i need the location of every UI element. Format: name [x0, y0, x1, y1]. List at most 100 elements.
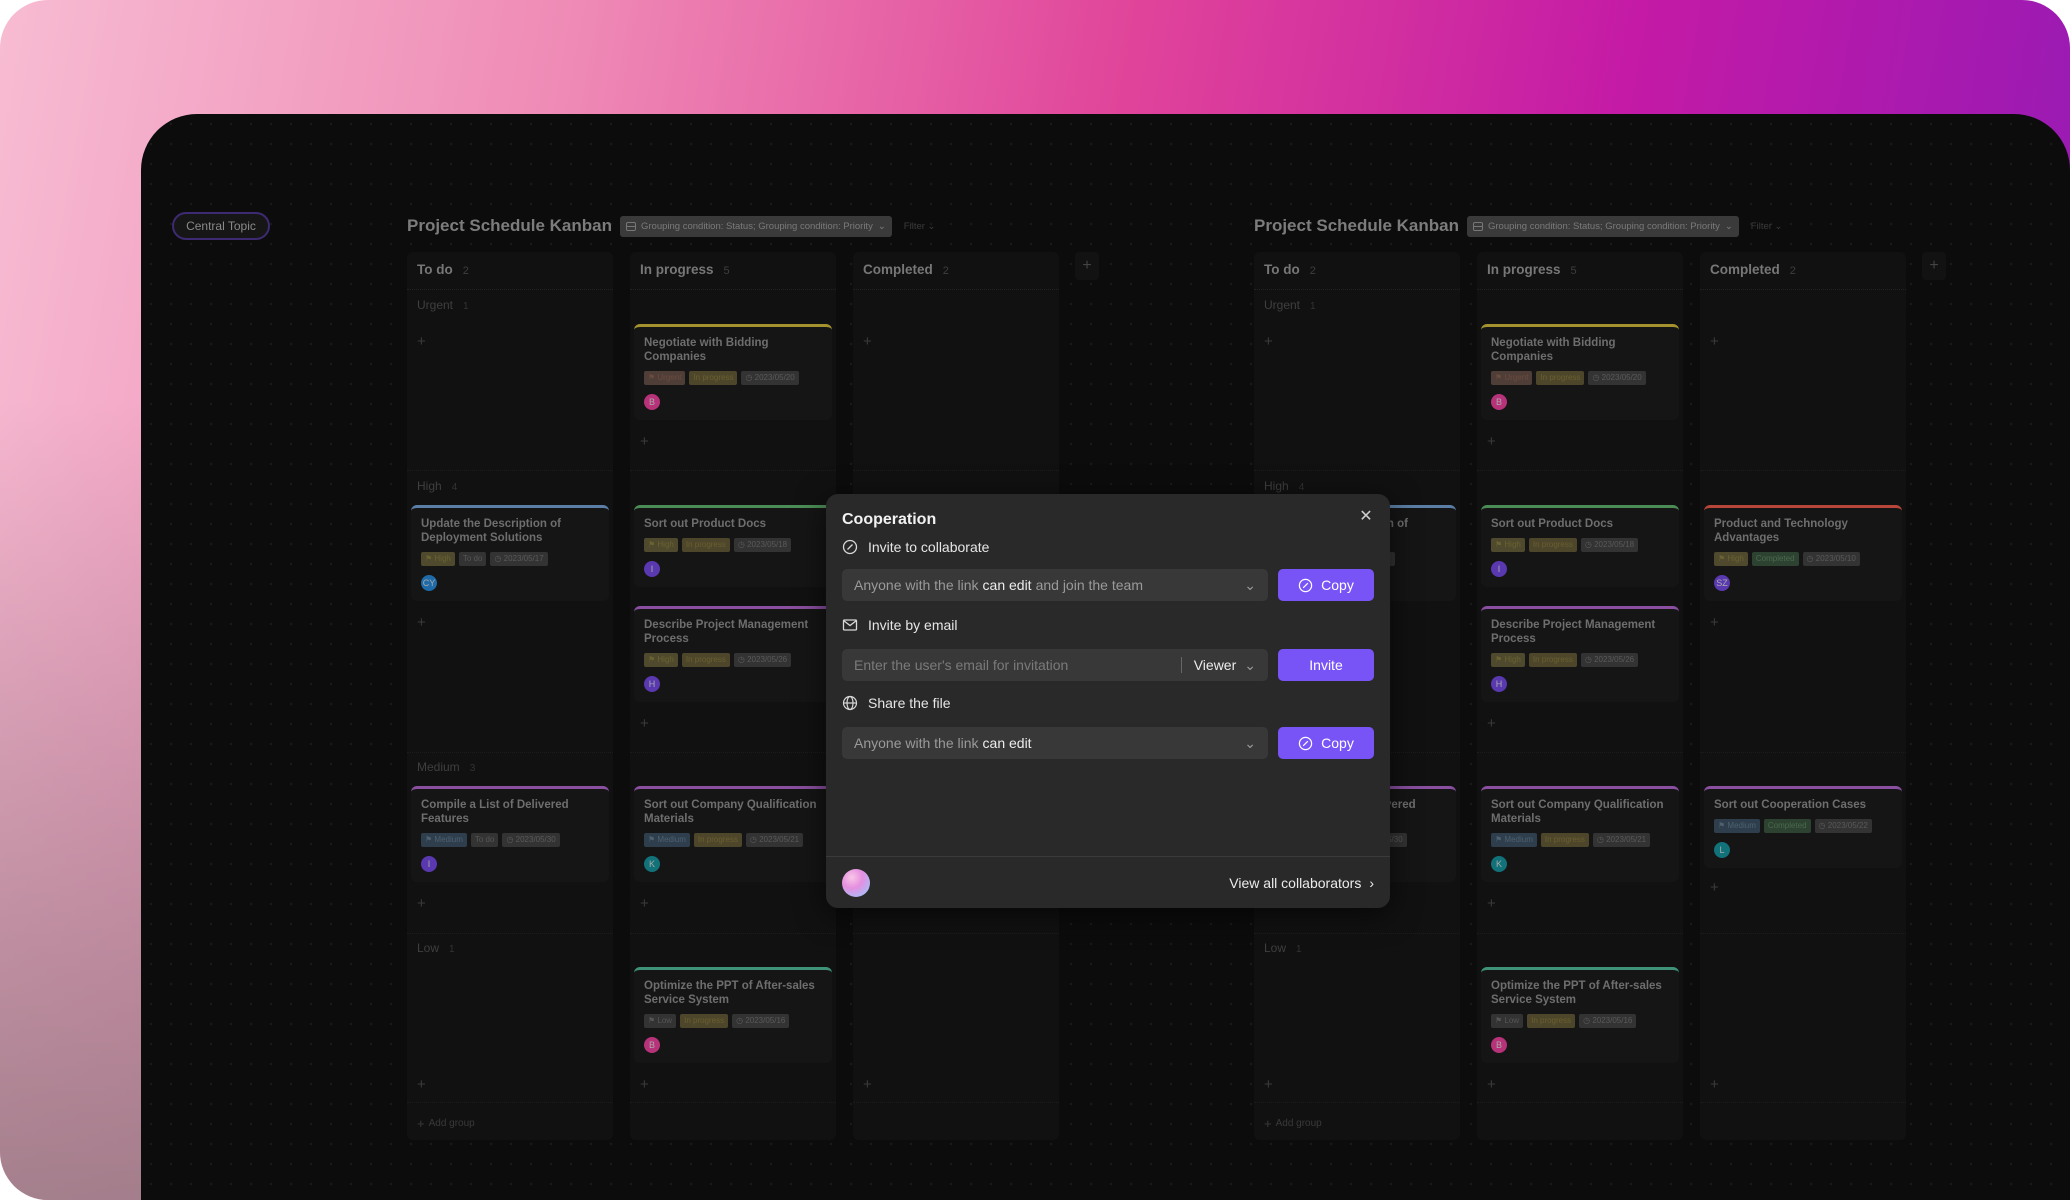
status-tag: In progress [689, 371, 738, 385]
add-card-button[interactable]: + [1264, 1077, 1273, 1092]
card-title: Optimize the PPT of After-sales Service … [644, 980, 815, 1006]
task-card[interactable]: Sort out Product Docs ⚑ High In progress… [1481, 505, 1679, 587]
task-card[interactable]: Negotiate with Bidding Companies ⚑ Urgen… [634, 324, 832, 420]
priority-tag: ⚑ Low [644, 1014, 677, 1028]
add-card-button[interactable]: + [1487, 434, 1496, 449]
invite-link-permission-select[interactable]: Anyone with the link can edit and join t… [842, 569, 1268, 601]
add-group-button[interactable]: + Add group [1264, 1116, 1322, 1131]
add-card-button[interactable]: + [1487, 1077, 1496, 1092]
add-column-button[interactable]: + [1922, 252, 1946, 280]
priority-tag: ⚑ Medium [1714, 819, 1760, 833]
priority-tag: ⚑ Low [1491, 1014, 1524, 1028]
task-card[interactable]: Optimize the PPT of After-sales Service … [1481, 967, 1679, 1063]
task-card[interactable]: Optimize the PPT of After-sales Service … [634, 967, 832, 1063]
add-card-button[interactable]: + [640, 896, 649, 911]
add-card-button[interactable]: + [640, 434, 649, 449]
task-card[interactable]: Sort out Cooperation Cases ⚑ Medium Comp… [1704, 786, 1902, 868]
task-card[interactable]: Describe Project Management Process ⚑ Hi… [1481, 606, 1679, 702]
divider [1700, 289, 1906, 290]
task-card[interactable]: Compile a List of Delivered Features ⚑ M… [411, 786, 609, 882]
divider [1700, 933, 1906, 934]
add-card-button[interactable]: + [417, 615, 426, 630]
board-title: Project Schedule Kanban [407, 216, 612, 235]
view-all-collaborators-link[interactable]: View all collaborators › [1229, 875, 1374, 891]
priority-tag: ⚑ High [1491, 653, 1525, 667]
task-card[interactable]: Negotiate with Bidding Companies ⚑ Urgen… [1481, 324, 1679, 420]
board-header: Project Schedule Kanban Grouping conditi… [407, 214, 936, 238]
divider [1477, 470, 1683, 471]
board-title: Project Schedule Kanban [1254, 216, 1459, 235]
link-prefix-text: Anyone with the link [854, 577, 979, 593]
card-title: Product and Technology Advantages [1714, 518, 1848, 544]
add-card-button[interactable]: + [1264, 334, 1273, 349]
copy-label: Copy [1321, 577, 1354, 593]
add-card-button[interactable]: + [1710, 334, 1719, 349]
grouping-condition-select[interactable]: Grouping condition: Status; Grouping con… [620, 215, 892, 237]
mail-icon [842, 619, 858, 631]
add-card-button[interactable]: + [640, 716, 649, 731]
divider [407, 933, 613, 934]
task-card[interactable]: Product and Technology Advantages ⚑ High… [1704, 505, 1902, 601]
grouping-condition-select[interactable]: Grouping condition: Status; Grouping con… [1467, 215, 1739, 237]
task-card[interactable]: Update the Description of Deployment Sol… [411, 505, 609, 601]
task-card[interactable]: Describe Project Management Process ⚑ Hi… [634, 606, 832, 702]
copy-label: Copy [1321, 735, 1354, 751]
add-group-button[interactable]: + Add group [417, 1116, 475, 1131]
divider [853, 933, 1059, 934]
column-title: To do [417, 262, 453, 277]
share-link-permission-select[interactable]: Anyone with the link can edit ⌄ [842, 727, 1268, 759]
priority-tag: ⚑ Medium [1491, 833, 1537, 847]
filter-dropdown[interactable]: Filter ⌄ [1751, 221, 1783, 232]
add-column-button[interactable]: + [1075, 252, 1099, 280]
grouping-label: Grouping condition: Status; Grouping con… [641, 220, 873, 232]
filter-dropdown[interactable]: Filter ⌄ [904, 221, 936, 232]
add-card-button[interactable]: + [640, 1077, 649, 1092]
group-name: Low [417, 941, 440, 955]
close-icon[interactable]: ✕ [1356, 506, 1376, 526]
assignee-avatar: B [644, 1037, 660, 1053]
priority-tag: ⚑ Medium [421, 833, 467, 847]
column-count: 5 [723, 265, 730, 277]
add-card-button[interactable]: + [863, 1077, 872, 1092]
task-card[interactable]: Sort out Product Docs ⚑ High In progress… [634, 505, 832, 587]
group-name: Urgent [1264, 298, 1301, 312]
divider [1254, 1102, 1460, 1103]
status-tag: In progress [680, 1014, 729, 1028]
divider [407, 752, 613, 753]
dialog-title: Cooperation [842, 511, 937, 528]
divider [407, 470, 613, 471]
task-card[interactable]: Sort out Company Qualification Materials… [1481, 786, 1679, 882]
copy-share-link-button[interactable]: Copy [1278, 727, 1374, 759]
add-card-button[interactable]: + [417, 334, 426, 349]
card-title: Sort out Company Qualification Materials [644, 799, 817, 825]
priority-group-label: Low 1 [417, 941, 455, 955]
divider [853, 1102, 1059, 1103]
copy-invite-link-button[interactable]: Copy [1278, 569, 1374, 601]
add-card-button[interactable]: + [1487, 896, 1496, 911]
role-select[interactable]: Viewer ⌄ [1194, 657, 1256, 674]
divider [407, 1102, 613, 1103]
card-title: Sort out Product Docs [644, 518, 767, 530]
add-card-button[interactable]: + [1710, 615, 1719, 630]
add-card-button[interactable]: + [417, 1077, 426, 1092]
central-topic-node[interactable]: Central Topic [172, 212, 270, 240]
email-input[interactable] [854, 657, 1169, 673]
add-card-button[interactable]: + [1487, 716, 1496, 731]
group-name: Low [1264, 941, 1287, 955]
kanban-column: In progress 5 + + + + Negotiate with Biddin… [1477, 252, 1683, 1140]
due-date-tag: ◷ 2023/05/16 [732, 1014, 790, 1028]
add-card-button[interactable]: + [417, 896, 426, 911]
add-card-button[interactable]: + [1710, 1077, 1719, 1092]
collaborator-avatar[interactable] [842, 869, 870, 897]
add-card-button[interactable]: + [863, 334, 872, 349]
invite-by-email-label: Invite by email [868, 617, 958, 633]
due-date-tag: ◷ 2023/05/22 [1814, 819, 1872, 833]
task-card[interactable]: Sort out Company Qualification Materials… [634, 786, 832, 882]
invite-button[interactable]: Invite [1278, 649, 1374, 681]
assignee-avatar: CY [421, 575, 437, 591]
assignee-avatar: K [1491, 856, 1507, 872]
card-title: Sort out Company Qualification Materials [1491, 799, 1664, 825]
add-card-button[interactable]: + [1710, 880, 1719, 895]
divider [630, 1102, 836, 1103]
chevron-down-icon: ⌄ [1244, 734, 1256, 751]
